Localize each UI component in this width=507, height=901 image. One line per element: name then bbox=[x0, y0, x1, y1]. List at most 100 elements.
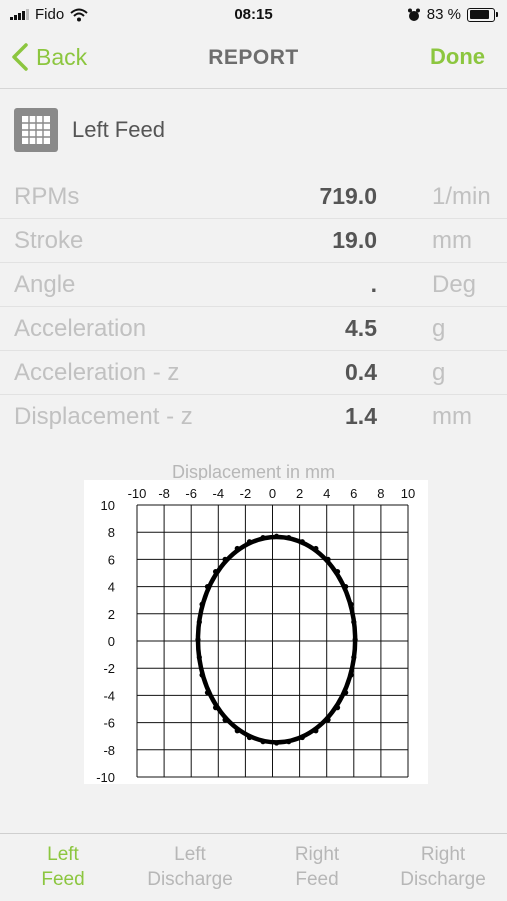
param-value: 4.5 bbox=[345, 315, 377, 341]
status-bar: Fido 08:15 83 % bbox=[0, 0, 507, 30]
data-point bbox=[246, 734, 253, 741]
data-point bbox=[343, 690, 349, 696]
param-value: 0.4 bbox=[345, 359, 377, 385]
data-point bbox=[222, 556, 228, 562]
status-right: 83 % bbox=[407, 6, 498, 23]
tab-label-line2: Discharge bbox=[400, 869, 486, 890]
data-point bbox=[212, 705, 219, 711]
param-unit: Deg bbox=[432, 271, 477, 298]
back-button[interactable]: Back bbox=[10, 42, 87, 72]
data-point bbox=[286, 535, 292, 541]
tab-label-line1: Right bbox=[294, 844, 340, 865]
data-point bbox=[352, 637, 358, 643]
data-point bbox=[313, 728, 319, 734]
data-point bbox=[260, 739, 266, 745]
param-value: . bbox=[370, 271, 377, 297]
data-point bbox=[260, 535, 266, 541]
data-point bbox=[204, 690, 211, 696]
param-unit: mm bbox=[432, 403, 472, 430]
x-tick-label: 8 bbox=[377, 486, 384, 501]
tab-left-discharge[interactable]: Left Discharge bbox=[127, 842, 253, 892]
data-point bbox=[313, 545, 319, 552]
y-tick-label: 4 bbox=[108, 580, 115, 595]
data-point bbox=[234, 545, 240, 552]
tab-label-line1: Left bbox=[174, 844, 206, 865]
data-point bbox=[348, 601, 354, 607]
y-tick-label: -8 bbox=[103, 743, 115, 758]
data-point bbox=[195, 637, 201, 643]
param-row-stroke: Stroke 19.0 mm bbox=[0, 219, 507, 263]
data-point bbox=[212, 569, 219, 575]
param-label: Stroke bbox=[14, 227, 84, 254]
data-point bbox=[299, 734, 305, 741]
y-tick-label: 8 bbox=[108, 525, 115, 540]
tab-right-discharge[interactable]: Right Discharge bbox=[380, 842, 506, 892]
data-point bbox=[351, 619, 357, 625]
x-tick-label: 2 bbox=[296, 486, 303, 501]
x-tick-label: 10 bbox=[401, 486, 415, 501]
alarm-icon bbox=[407, 8, 420, 21]
y-tick-label: 10 bbox=[101, 498, 115, 513]
x-tick-label: 6 bbox=[350, 486, 357, 501]
data-point bbox=[273, 533, 280, 539]
param-label: Acceleration - z bbox=[14, 359, 180, 386]
param-label: Angle bbox=[14, 271, 76, 298]
data-point bbox=[299, 539, 305, 545]
data-point bbox=[343, 584, 349, 590]
param-unit: g bbox=[432, 359, 446, 386]
data-point bbox=[325, 556, 331, 562]
nav-bar: Back REPORT Done bbox=[0, 30, 507, 89]
data-point bbox=[351, 654, 357, 660]
x-tick-label: -2 bbox=[240, 486, 252, 501]
data-point bbox=[196, 619, 202, 625]
data-point bbox=[199, 672, 205, 678]
data-point bbox=[199, 601, 205, 607]
section-title: Left Feed bbox=[72, 117, 165, 142]
tab-right-feed[interactable]: Right Feed bbox=[254, 842, 380, 892]
data-point bbox=[348, 672, 354, 678]
data-point bbox=[246, 539, 253, 545]
y-tick-label: -4 bbox=[103, 688, 115, 703]
data-point bbox=[196, 654, 202, 660]
battery-percent: 83 % bbox=[426, 6, 461, 23]
data-point bbox=[222, 717, 228, 723]
data-point bbox=[204, 584, 211, 590]
x-tick-label: -10 bbox=[128, 486, 147, 501]
param-value: 719.0 bbox=[319, 183, 377, 209]
x-tick-label: 0 bbox=[269, 486, 276, 501]
back-label: Back bbox=[36, 43, 88, 70]
y-tick-label: 0 bbox=[108, 634, 115, 649]
param-row-displacement-z: Displacement - z 1.4 mm bbox=[0, 395, 507, 438]
chevron-left-icon bbox=[12, 43, 28, 71]
grid-icon bbox=[14, 108, 58, 152]
param-row-rpms: RPMs 719.0 1/min bbox=[0, 175, 507, 219]
x-tick-label: -4 bbox=[213, 486, 225, 501]
tab-label-line1: Right bbox=[420, 844, 466, 865]
data-point bbox=[273, 740, 280, 746]
done-button[interactable]: Done bbox=[430, 44, 485, 70]
section-header: Left Feed bbox=[14, 108, 165, 152]
battery-icon bbox=[467, 7, 498, 22]
data-point bbox=[234, 728, 240, 734]
param-value: 19.0 bbox=[332, 227, 377, 253]
param-row-acceleration: Acceleration 4.5 g bbox=[0, 307, 507, 351]
param-label: Acceleration bbox=[14, 315, 147, 342]
tab-label-line2: Feed bbox=[41, 869, 85, 890]
y-tick-label: 2 bbox=[108, 607, 115, 622]
data-point bbox=[334, 705, 341, 711]
data-point bbox=[334, 569, 341, 575]
param-row-acceleration-z: Acceleration - z 0.4 g bbox=[0, 351, 507, 395]
parameters-list: RPMs 719.0 1/min Stroke 19.0 mm Angle . … bbox=[0, 175, 507, 438]
param-label: Displacement - z bbox=[14, 403, 193, 430]
param-unit: g bbox=[432, 315, 446, 342]
y-tick-label: -6 bbox=[103, 716, 115, 731]
x-tick-label: 4 bbox=[323, 486, 330, 501]
tab-label-line2: Discharge bbox=[147, 869, 233, 890]
y-tick-label: 6 bbox=[108, 552, 115, 567]
tab-bar: Left Feed Left Discharge Right Feed Righ… bbox=[0, 833, 507, 901]
param-unit: 1/min bbox=[432, 183, 491, 210]
param-label: RPMs bbox=[14, 183, 80, 210]
tab-left-feed[interactable]: Left Feed bbox=[0, 842, 126, 892]
y-tick-label: -2 bbox=[103, 661, 115, 676]
x-tick-label: -6 bbox=[185, 486, 197, 501]
